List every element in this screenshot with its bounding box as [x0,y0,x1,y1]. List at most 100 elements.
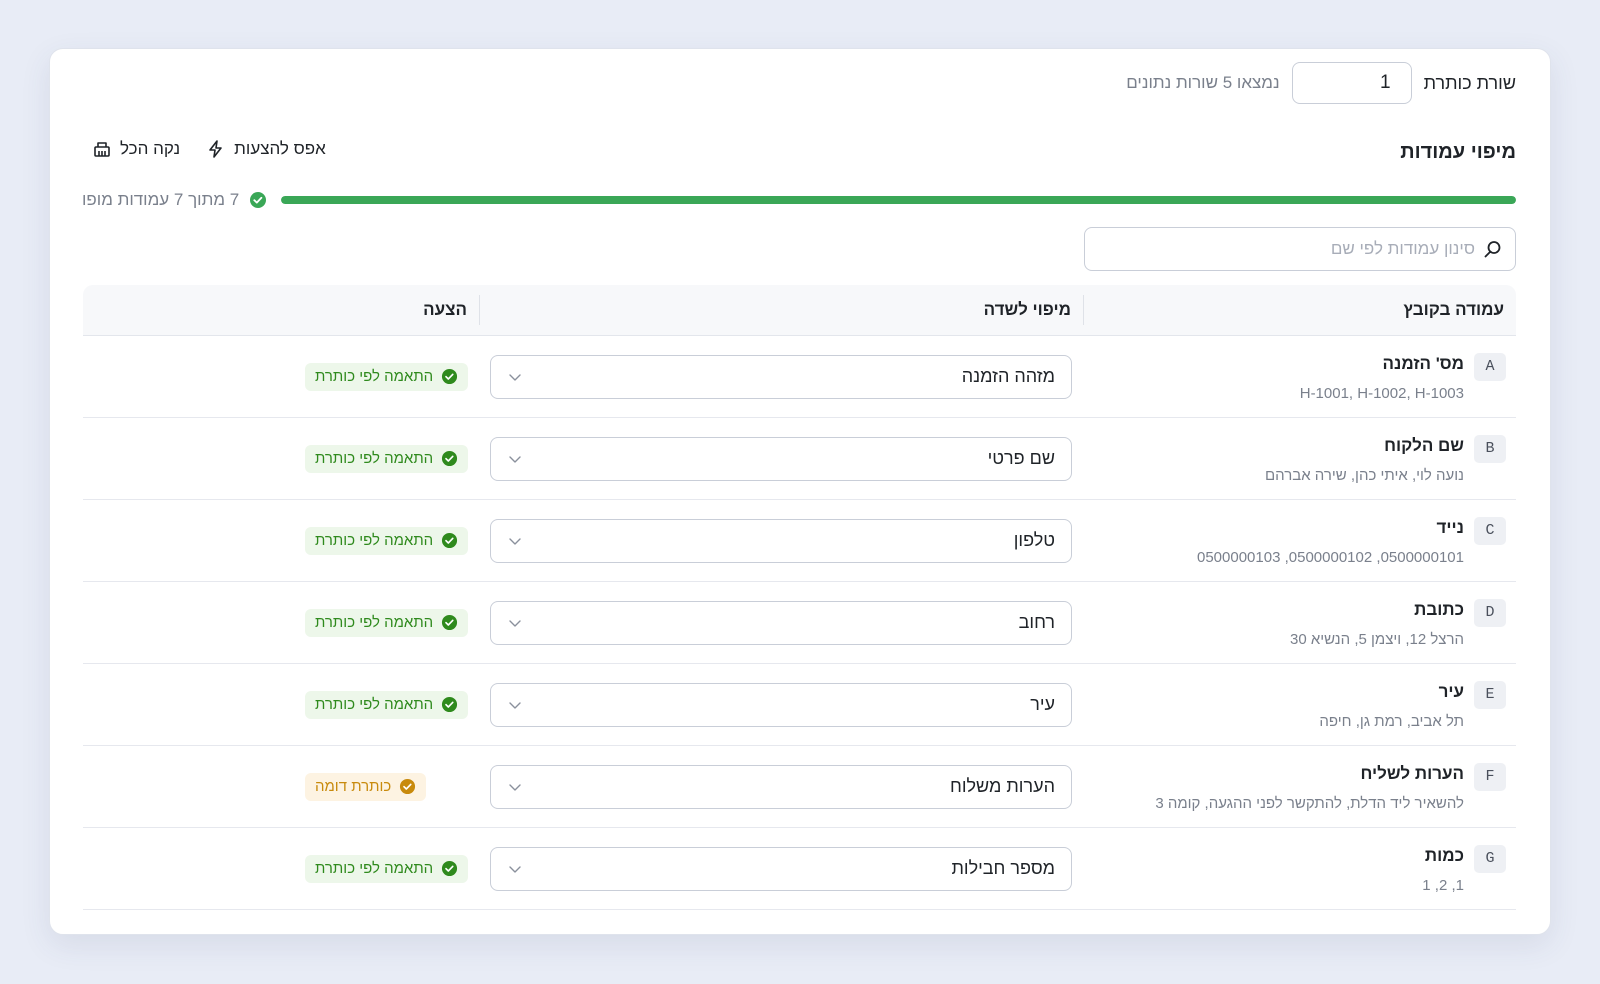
suggestion-badge: התאמה לפי כותרת [305,690,469,719]
field-select[interactable]: מזהה הזמנה [490,354,1072,399]
check-circle-icon [442,614,458,631]
suggestion-badge: התאמה לפי כותרת [305,362,469,391]
column-letter: E [1474,680,1506,709]
check-circle-icon [400,778,416,795]
header-field-mapping: מיפוי לשדה [983,300,1071,319]
search-icon [1484,241,1501,258]
field-select-value: מזהה הזמנה [961,366,1055,386]
clear-all-label: נקה הכל [120,139,181,158]
field-select-value: הערות משלוח [949,776,1055,796]
mapping-table: עמודה בקובץ מיפוי לשדה הצעה A מס' הזמנה H-… [83,285,1516,910]
suggestion-badge: התאמה לפי כותרת [305,854,469,883]
suggestion-badge: כותרת דומה [305,772,427,801]
field-select[interactable]: עיר [490,682,1072,727]
column-letter: F [1474,762,1506,791]
column-sample-values: 0500000101, 0500000102, 0500000103 [1197,548,1464,566]
field-mapping-cell: רחוב [481,600,1084,645]
table-header: עמודה בקובץ מיפוי לשדה הצעה [83,285,1516,336]
column-sample-values: H-1001, H-1002, H-1003 [1299,384,1464,402]
field-mapping-cell: שם פרטי [481,436,1084,481]
header-row-label: שורת כותרת [1423,72,1516,93]
suggestion-cell: התאמה לפי כותרת [83,608,481,637]
check-circle-icon [442,450,458,467]
column-name: הערות לשליח [1360,763,1464,783]
column-sample-values: תל אביב, רמת גן, חיפה [1319,712,1464,730]
eraser-icon [94,142,110,157]
column-sample-values: 1, 2, 1 [1422,876,1464,894]
column-sample-values: להשאיר ליד הדלת, להתקשר לפני ההגעה, קומה… [1155,794,1464,812]
column-sample-values: הרצל 12, ויצמן 5, הנשיא 30 [1289,630,1464,648]
field-select[interactable]: הערות משלוח [490,764,1072,809]
file-column-info: נייד 0500000101, 0500000102, 0500000103 [1197,517,1464,567]
field-mapping-cell: טלפון [481,518,1084,563]
check-circle-icon [442,532,458,549]
header-suggestion: הצעה [423,300,467,319]
suggestion-badge: התאמה לפי כותרת [305,444,469,473]
field-mapping-cell: הערות משלוח [481,764,1084,809]
column-name: כמות [1424,845,1464,865]
reset-suggestions-button[interactable]: אפס להצעות [206,139,326,159]
field-select-value: מספר חבילות [951,858,1055,878]
column-name: נייד [1436,517,1464,537]
file-column-cell: B שם הלקוח נועה לוי, איתי כהן, שירה אברהם [1084,433,1516,485]
suggestion-cell: התאמה לפי כותרת [83,362,481,391]
table-body: A מס' הזמנה H-1001, H-1002, H-1003 מזהה הזמ… [83,336,1516,910]
file-column-cell: E עיר תל אביב, רמת גן, חיפה [1084,679,1516,731]
chevron-down-icon [509,537,521,545]
field-mapping-cell: מספר חבילות [481,846,1084,891]
field-select[interactable]: מספר חבילות [490,846,1072,891]
table-row: D כתובת הרצל 12, ויצמן 5, הנשיא 30 רחוב התאמ… [83,582,1516,664]
check-circle-icon [442,368,458,385]
file-column-info: עיר תל אביב, רמת גן, חיפה [1319,681,1464,731]
table-row: C נייד 0500000101, 0500000102, 0500000103 ט… [83,500,1516,582]
column-letter: D [1474,598,1506,627]
progress-text: 7 מתוך 7 עמודות מופו [82,190,240,209]
file-column-info: כמות 1, 2, 1 [1422,845,1464,895]
suggestion-cell: כותרת דומה [83,772,481,801]
suggestion-cell: התאמה לפי כותרת [83,854,481,883]
reset-suggestions-label: אפס להצעות [234,139,326,158]
column-name: כתובת [1414,599,1464,619]
field-select[interactable]: שם פרטי [490,436,1072,481]
suggestion-cell: התאמה לפי כותרת [83,526,481,555]
mapping-progress: 7 מתוך 7 עמודות מופו [82,190,1516,210]
mapping-actions: נקה הכל אפס להצעות [92,139,326,159]
field-select-value: טלפון [1013,530,1055,550]
column-letter: C [1474,516,1506,545]
column-letter: A [1474,352,1506,381]
column-name: מס' הזמנה [1382,353,1465,373]
suggestion-label: כותרת דומה [315,778,392,795]
file-column-info: מס' הזמנה H-1001, H-1002, H-1003 [1300,353,1464,403]
suggestion-label: התאמה לפי כותרת [315,614,434,631]
column-mapping-card: שורת כותרת נמצאו 5 שורות נתונים מיפוי עמ… [49,48,1551,935]
field-mapping-cell: עיר [481,682,1084,727]
chevron-down-icon [509,373,521,381]
header-row-input[interactable] [1291,62,1412,104]
table-row: A מס' הזמנה H-1001, H-1002, H-1003 מזהה הזמ… [83,336,1516,418]
file-column-info: כתובת הרצל 12, ויצמן 5, הנשיא 30 [1290,599,1464,649]
lightning-icon [209,140,222,158]
check-circle-icon [442,696,458,713]
progress-fill [281,196,1516,204]
field-select-value: רחוב [1018,612,1055,632]
file-column-cell: G כמות 1, 2, 1 [1084,843,1516,895]
check-circle-icon [442,860,458,877]
field-select[interactable]: טלפון [490,518,1072,563]
file-column-info: שם הלקוח נועה לוי, איתי כהן, שירה אברהם [1265,435,1464,485]
header-row-setting: שורת כותרת נמצאו 5 שורות נתונים [1126,62,1516,104]
suggestion-cell: התאמה לפי כותרת [83,444,481,473]
table-row: F הערות לשליח להשאיר ליד הדלת, להתקשר לפני… [83,746,1516,828]
field-select-value: שם פרטי [987,448,1055,468]
suggestion-label: התאמה לפי כותרת [315,860,434,877]
column-filter-input[interactable] [1097,239,1475,259]
file-column-cell: F הערות לשליח להשאיר ליד הדלת, להתקשר לפני… [1084,761,1516,813]
table-row: G כמות 1, 2, 1 מספר חבילות התאמה לפי כותרת [83,828,1516,910]
field-select[interactable]: רחוב [490,600,1072,645]
table-row: E עיר תל אביב, רמת גן, חיפה עיר התאמה לפי כו… [83,664,1516,746]
column-name: שם הלקוח [1384,435,1464,455]
suggestion-label: התאמה לפי כותרת [315,532,434,549]
data-rows-info: נמצאו 5 שורות נתונים [1126,73,1280,92]
clear-all-button[interactable]: נקה הכל [92,139,180,159]
section-title: מיפוי עמודות [1400,141,1516,163]
column-letter: B [1474,434,1506,463]
